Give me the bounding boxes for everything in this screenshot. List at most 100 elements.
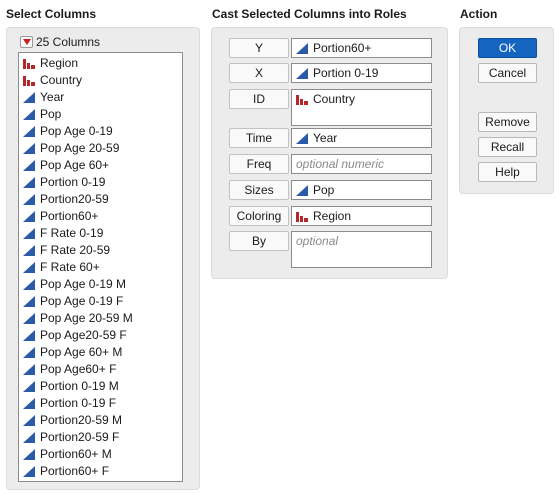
continuous-triangle-icon <box>23 211 37 223</box>
role-x-value: Portion 0-19 <box>313 66 379 80</box>
role-x-button[interactable]: X <box>229 63 289 83</box>
column-list-item-label: F Rate 20-59 <box>40 243 111 257</box>
column-list-item-label: Portion60+ <box>40 209 99 223</box>
column-list-item-label: Pop Age 0-19 F <box>40 294 124 308</box>
column-list-item-label: Pop Age 60+ M <box>40 345 123 359</box>
continuous-triangle-icon <box>296 42 310 54</box>
continuous-triangle-icon <box>23 160 37 172</box>
continuous-triangle-icon <box>23 279 37 291</box>
continuous-triangle-icon <box>23 449 37 461</box>
column-list-item-label: Pop Age20-59 F <box>40 328 127 342</box>
cast-roles-title: Cast Selected Columns into Roles <box>212 7 407 21</box>
continuous-triangle-icon <box>23 364 37 376</box>
column-list-item-label: Pop Age 60+ <box>40 158 110 172</box>
column-list-item-label: Portion 0-19 <box>40 175 106 189</box>
ok-button[interactable]: OK <box>478 38 537 58</box>
column-list-item-label: Portion 0-19 M <box>40 379 119 393</box>
column-list-item-label: F Rate 0-19 <box>40 226 104 240</box>
column-list-item[interactable]: Pop Age 0-19 <box>19 123 182 140</box>
column-list-item[interactable]: Portion 0-19 F <box>19 395 182 412</box>
column-list-item[interactable]: F Rate 0-19 <box>19 225 182 242</box>
column-list-item[interactable]: Region <box>19 55 182 72</box>
continuous-triangle-icon <box>23 432 37 444</box>
column-list-item-label: Pop Age 20-59 <box>40 141 120 155</box>
select-columns-title: Select Columns <box>6 7 97 21</box>
continuous-triangle-icon <box>23 109 37 121</box>
column-list-item[interactable]: F Rate 60+ <box>19 259 182 276</box>
column-list-item-label: Pop Age 20-59 M <box>40 311 133 325</box>
role-freq-button[interactable]: Freq <box>229 154 289 174</box>
column-list-item[interactable]: F Rate 20-59 <box>19 242 182 259</box>
role-coloring-field[interactable]: Region <box>291 206 432 226</box>
recall-button[interactable]: Recall <box>478 137 537 157</box>
column-list-item[interactable]: Pop <box>19 106 182 123</box>
continuous-triangle-icon <box>23 92 37 104</box>
column-list-item-label: Portion20-59 F <box>40 430 120 444</box>
continuous-triangle-icon <box>23 330 37 342</box>
column-list-item[interactable]: Portion 0-19 <box>19 174 182 191</box>
column-list-item[interactable]: Pop Age 20-59 <box>19 140 182 157</box>
column-list-item[interactable]: Country <box>19 72 182 89</box>
role-freq-field[interactable]: optional numeric <box>291 154 432 174</box>
column-list-item[interactable]: Portion60+ F <box>19 463 182 480</box>
continuous-triangle-icon <box>23 126 37 138</box>
remove-button[interactable]: Remove <box>478 112 537 132</box>
column-list-item[interactable]: Pop Age 20-59 M <box>19 310 182 327</box>
help-button[interactable]: Help <box>478 162 537 182</box>
role-time-button[interactable]: Time <box>229 128 289 148</box>
column-list-item[interactable]: Pop Age60+ F <box>19 361 182 378</box>
column-list-item[interactable]: Year <box>19 89 182 106</box>
role-sizes-field[interactable]: Pop <box>291 180 432 200</box>
column-list-item-label: Pop Age 0-19 M <box>40 277 127 291</box>
continuous-triangle-icon <box>23 143 37 155</box>
column-list-item-label: Pop Age60+ F <box>40 362 117 376</box>
continuous-triangle-icon <box>296 67 310 79</box>
column-list-item[interactable]: Portion 0-19 M <box>19 378 182 395</box>
continuous-triangle-icon <box>23 466 37 478</box>
role-id-field[interactable]: Country <box>291 89 432 126</box>
continuous-triangle-icon <box>23 415 37 427</box>
column-list-item[interactable]: Pop Age 60+ <box>19 157 182 174</box>
red-triangle-menu-icon[interactable] <box>20 36 33 48</box>
column-count-header: 25 Columns <box>20 35 100 49</box>
continuous-triangle-icon <box>296 184 310 196</box>
role-sizes-value: Pop <box>313 183 335 197</box>
role-id-button[interactable]: ID <box>229 89 289 109</box>
cancel-button[interactable]: Cancel <box>478 63 537 83</box>
role-id-value: Country <box>313 92 356 106</box>
column-list-item[interactable]: Portion60+ M <box>19 446 182 463</box>
role-x-field[interactable]: Portion 0-19 <box>291 63 432 83</box>
role-freq-placeholder: optional numeric <box>296 157 385 171</box>
column-list-item[interactable]: Pop Age20-59 F <box>19 327 182 344</box>
nominal-bar-icon <box>296 210 310 222</box>
column-list-item-label: Pop Age 0-19 <box>40 124 113 138</box>
nominal-bar-icon <box>23 58 37 70</box>
column-list-item-label: Pop <box>40 107 62 121</box>
continuous-triangle-icon <box>23 228 37 240</box>
column-list[interactable]: Region Country Year Pop Pop Age 0-19 Pop Age … <box>18 52 183 482</box>
nominal-bar-icon <box>23 75 37 87</box>
column-list-item[interactable]: Pop Age 0-19 M <box>19 276 182 293</box>
continuous-triangle-icon <box>23 245 37 257</box>
continuous-triangle-icon <box>23 296 37 308</box>
role-coloring-button[interactable]: Coloring <box>229 206 289 226</box>
role-by-button[interactable]: By <box>229 231 289 251</box>
column-list-item-label: Portion60+ M <box>40 447 112 461</box>
column-list-item[interactable]: Portion60+ <box>19 208 182 225</box>
column-count-label: 25 Columns <box>36 35 101 49</box>
column-list-item[interactable]: Portion20-59 F <box>19 429 182 446</box>
role-y-field[interactable]: Portion60+ <box>291 38 432 58</box>
role-sizes-button[interactable]: Sizes <box>229 180 289 200</box>
role-coloring-value: Region <box>313 209 352 223</box>
role-by-field[interactable]: optional <box>291 231 432 268</box>
column-list-item[interactable]: Pop Age 60+ M <box>19 344 182 361</box>
role-y-button[interactable]: Y <box>229 38 289 58</box>
continuous-triangle-icon <box>23 381 37 393</box>
column-list-item-label: F Rate 60+ <box>40 260 100 274</box>
role-time-field[interactable]: Year <box>291 128 432 148</box>
column-list-item[interactable]: Portion20-59 <box>19 191 182 208</box>
column-list-item[interactable]: Pop Age 0-19 F <box>19 293 182 310</box>
continuous-triangle-icon <box>23 398 37 410</box>
column-list-item[interactable]: Portion20-59 M <box>19 412 182 429</box>
column-list-item-label: Region <box>40 56 79 70</box>
